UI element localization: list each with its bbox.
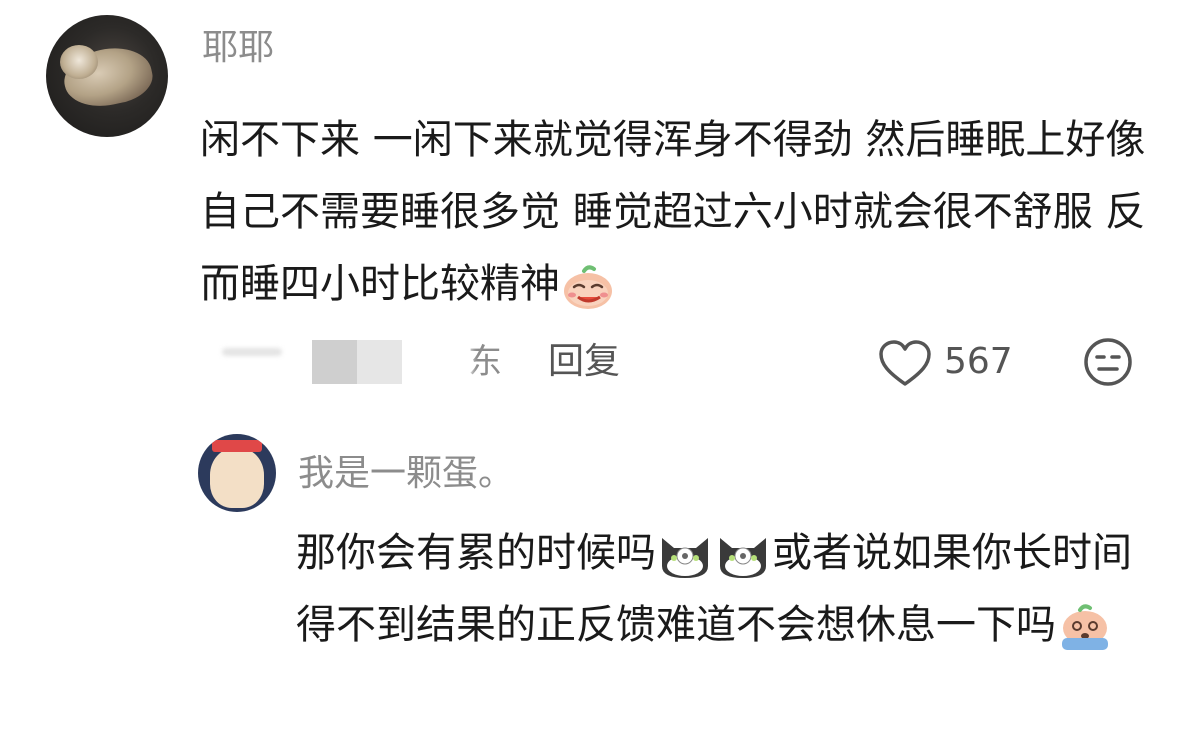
dislike-face-icon[interactable]: [1082, 336, 1134, 388]
comment-text: 闲不下来 一闲下来就觉得浑身不得劲 然后睡眠上好像自己不需要睡很多觉 睡觉超过六…: [200, 117, 1146, 307]
like-count: 567: [944, 341, 1013, 382]
reply-username[interactable]: 我是一颗蛋。: [298, 452, 514, 496]
cat-head: [60, 45, 98, 79]
smirk-face-emoji-icon: [560, 262, 618, 310]
comment-meta: 东 回复 567: [222, 336, 1152, 396]
cat-face-emoji-icon: [714, 531, 772, 579]
heart-icon[interactable]: [878, 340, 932, 388]
reply-body: 那你会有累的时候吗 或者说如果你长时间得不到结果的正反馈难道不会想休息一下吗: [296, 517, 1156, 661]
comment-thread: 耶耶 闲不下来 一闲下来就觉得浑身不得劲 然后睡眠上好像自己不需要睡很多觉 睡觉…: [0, 0, 1200, 750]
timestamp-redacted: [222, 348, 282, 356]
comment-body: 闲不下来 一闲下来就觉得浑身不得劲 然后睡眠上好像自己不需要睡很多觉 睡觉超过六…: [200, 104, 1160, 320]
avatar[interactable]: [46, 15, 168, 137]
reply-button[interactable]: 回复: [548, 340, 620, 384]
cat-face-emoji-icon: [656, 531, 714, 579]
location-text: 东: [468, 342, 502, 382]
reply-avatar[interactable]: [198, 434, 276, 512]
cartoon-face: [210, 448, 264, 508]
crying-face-emoji-icon: [1056, 603, 1114, 651]
location-redacted: [312, 340, 402, 384]
reply-text-part1: 那你会有累的时候吗: [296, 530, 656, 576]
comment-username[interactable]: 耶耶: [202, 26, 274, 70]
headband: [212, 440, 262, 452]
